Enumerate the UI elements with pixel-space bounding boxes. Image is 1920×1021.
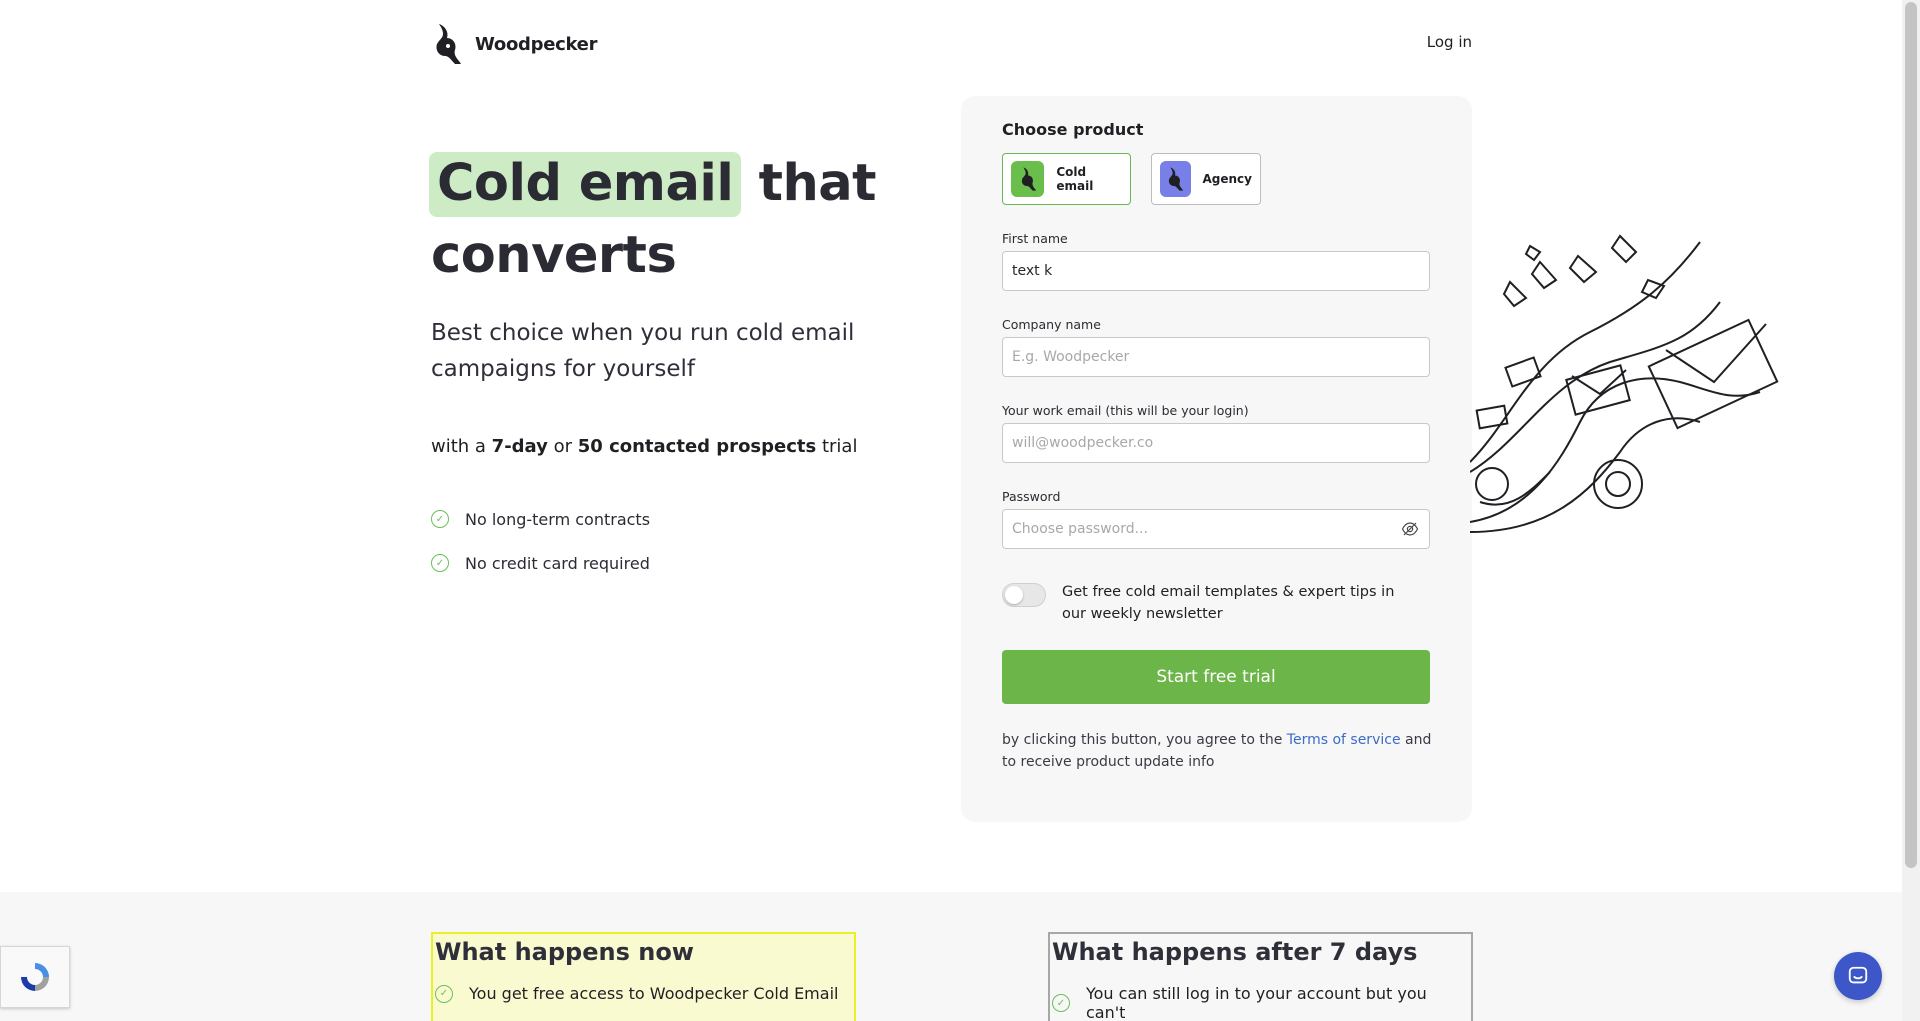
hero-title: Cold email that converts xyxy=(429,148,951,292)
recaptcha-icon xyxy=(21,963,49,991)
envelope-icons xyxy=(1475,318,1779,430)
chat-launcher-button[interactable] xyxy=(1834,952,1882,1000)
toggle-knob xyxy=(1005,586,1023,604)
check-circle-icon: ✓ xyxy=(431,510,449,528)
work-email-field: Your work email (this will be your login… xyxy=(1002,403,1431,463)
email-flow-illustration xyxy=(1470,234,1779,533)
what-happens-now-text: You get free access to Woodpecker Cold E… xyxy=(469,984,839,1003)
benefit-item: ✓ No credit card required xyxy=(431,541,650,585)
what-happens-after-box: What happens after 7 days ✓ You can stil… xyxy=(1048,932,1473,1021)
trial-days: 7-day xyxy=(491,436,548,457)
what-happens-after-item: ✓ You can still log in to your account b… xyxy=(1050,984,1471,1021)
product-agency[interactable]: Agency xyxy=(1151,153,1261,205)
newsletter-text: Get free cold email templates & expert t… xyxy=(1062,584,1395,622)
company-name-label: Company name xyxy=(1002,317,1101,332)
form-title: Choose product xyxy=(1002,120,1144,139)
trial-info: with a 7-day or 50 contacted prospects t… xyxy=(431,436,857,457)
password-input[interactable] xyxy=(1002,509,1430,549)
start-free-trial-button[interactable]: Start free trial xyxy=(1002,650,1430,704)
benefit-item: ✓ No long-term contracts xyxy=(431,497,650,541)
hero-title-part: that xyxy=(741,154,877,213)
trial-or: or xyxy=(547,436,578,457)
what-happens-now-title: What happens now xyxy=(435,938,694,966)
what-happens-now-box: What happens now ✓ You get free access t… xyxy=(431,932,856,1021)
chat-bubble-icon xyxy=(1848,966,1868,984)
first-name-label: First name xyxy=(1002,231,1068,246)
newsletter-toggle[interactable] xyxy=(1002,583,1046,607)
trial-prefix: with a xyxy=(431,436,492,457)
recaptcha-badge[interactable] xyxy=(0,946,70,1008)
product-selector: Cold email Agency xyxy=(1002,153,1431,205)
check-circle-icon: ✓ xyxy=(435,984,453,1003)
signup-form: Choose product Cold email Agency First n… xyxy=(961,96,1472,822)
company-name-input[interactable] xyxy=(1002,337,1430,377)
woodpecker-bird-icon xyxy=(1160,161,1191,197)
brand-logo[interactable]: Woodpecker xyxy=(431,20,597,68)
what-happens-after-title: What happens after 7 days xyxy=(1052,938,1418,966)
legal-text: by clicking this button, you agree to th… xyxy=(1002,729,1442,773)
newsletter-optin: Get free cold email templates & expert t… xyxy=(1002,581,1431,625)
hero-subtitle: Best choice when you run cold email camp… xyxy=(431,320,855,382)
hero-title-line2: converts xyxy=(431,226,677,285)
product-cold-email[interactable]: Cold email xyxy=(1002,153,1131,205)
woodpecker-bird-icon xyxy=(436,24,461,64)
password-label: Password xyxy=(1002,489,1061,504)
work-email-input[interactable] xyxy=(1002,423,1430,463)
benefits-list: ✓ No long-term contracts ✓ No credit car… xyxy=(431,497,650,585)
benefit-text: No long-term contracts xyxy=(465,509,651,529)
product-label: Cold email xyxy=(1056,165,1094,193)
benefit-text: No credit card required xyxy=(465,553,650,573)
brand-name: Woodpecker xyxy=(475,33,598,55)
what-happens-after-text: You can still log in to your account but… xyxy=(1085,984,1427,1021)
terms-of-service-link[interactable]: Terms of service xyxy=(1287,732,1401,748)
login-link[interactable]: Log in xyxy=(1427,33,1472,51)
trial-suffix: trial xyxy=(816,436,858,457)
leaf-icons xyxy=(1502,234,1666,308)
page-scrollbar[interactable] xyxy=(1902,0,1920,1021)
legal-prefix: by clicking this button, you agree to th… xyxy=(1002,732,1287,748)
check-circle-icon: ✓ xyxy=(1052,994,1070,1012)
password-field: Password xyxy=(1002,489,1431,549)
what-happens-now-item: ✓ You get free access to Woodpecker Cold… xyxy=(433,984,854,1003)
woodpecker-bird-icon xyxy=(1011,161,1045,197)
product-label: Agency xyxy=(1202,172,1253,186)
trial-prospects: 50 contacted prospects xyxy=(577,436,817,457)
first-name-field: First name xyxy=(1002,231,1431,291)
check-circle-icon: ✓ xyxy=(431,554,449,572)
work-email-label: Your work email (this will be your login… xyxy=(1002,403,1249,418)
first-name-input[interactable] xyxy=(1002,251,1430,291)
eye-off-icon[interactable] xyxy=(1401,520,1419,538)
company-name-field: Company name xyxy=(1002,317,1431,377)
scrollbar-thumb[interactable] xyxy=(1905,2,1917,868)
hero-title-highlight: Cold email xyxy=(429,152,742,217)
info-section xyxy=(0,892,1902,1021)
